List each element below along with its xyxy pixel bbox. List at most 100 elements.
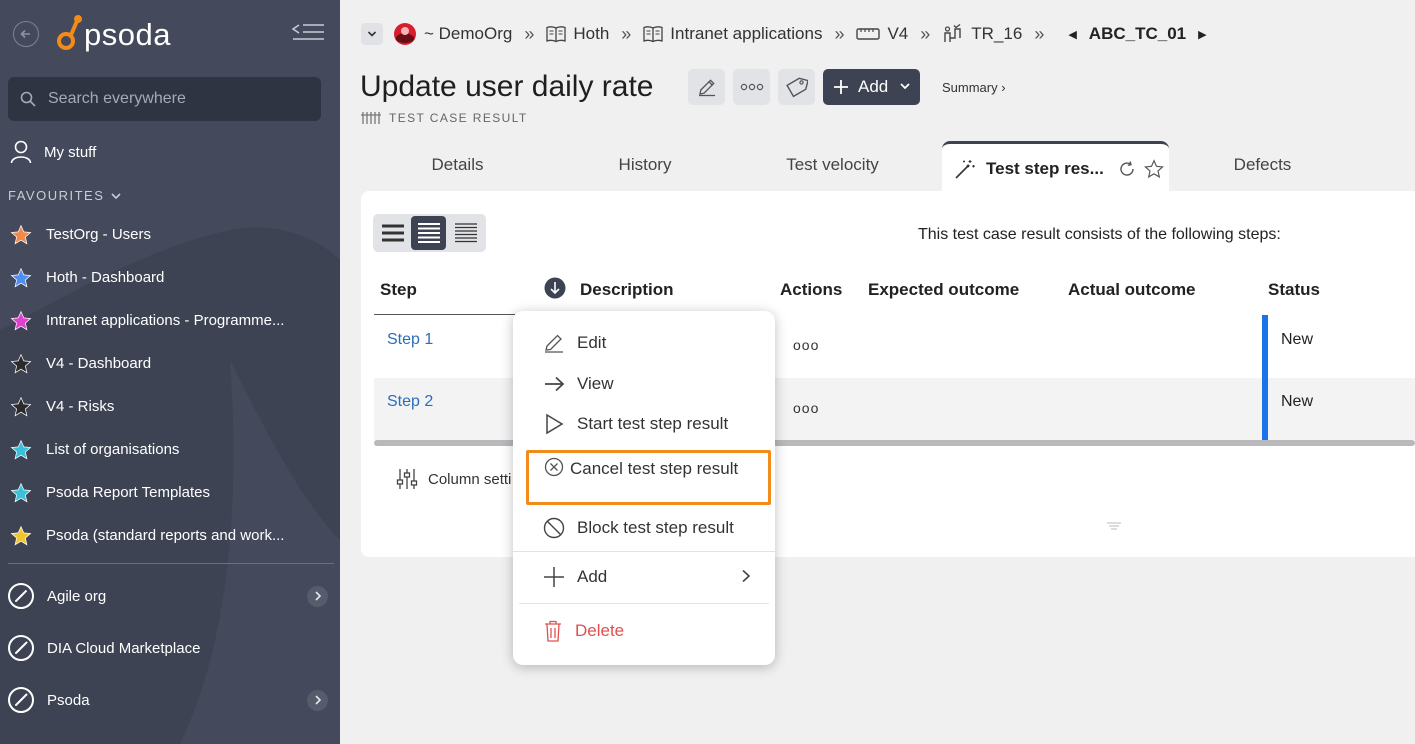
organisation-item[interactable]: Agile org [0, 570, 340, 622]
favourite-item[interactable]: List of organisations [0, 428, 340, 471]
steps-intro-text: This test case result consists of the fo… [918, 226, 1281, 243]
breadcrumb-item-hoth[interactable]: Hoth [546, 24, 609, 44]
menu-item-edit[interactable]: Edit [513, 324, 775, 362]
tab-details[interactable]: Details [405, 155, 510, 185]
row-actions-button[interactable]: ooo [793, 337, 819, 353]
status-indicator-bar [1262, 315, 1268, 440]
resize-grip-icon[interactable] [1106, 518, 1122, 536]
organisation-item[interactable]: Psoda [0, 674, 340, 726]
status-badge: New [1281, 393, 1314, 410]
test-run-icon [942, 24, 964, 44]
column-settings-button[interactable]: Column setti [396, 468, 511, 490]
favourite-label: V4 - Dashboard [46, 355, 152, 372]
density-comfortable-button[interactable] [375, 216, 410, 250]
rocket-icon [8, 583, 34, 609]
expand-organisation-button[interactable] [307, 689, 328, 711]
refresh-icon[interactable] [1118, 160, 1136, 178]
pencil-icon [545, 334, 563, 353]
search-box[interactable] [8, 77, 321, 121]
rocket-icon [8, 635, 34, 661]
sidebar: psoda My stuff FAVOURITES TestOrg - User… [0, 0, 340, 744]
favourite-label: TestOrg - Users [46, 226, 152, 243]
summary-link[interactable]: Summary › [942, 80, 1006, 95]
column-header-actual-outcome[interactable]: Actual outcome [1068, 280, 1196, 300]
column-header-description[interactable]: Description [580, 280, 674, 300]
column-settings-label: Column setti [428, 470, 512, 488]
star-outline-icon[interactable] [1143, 158, 1164, 179]
density-normal-button[interactable] [411, 216, 446, 250]
favourite-item[interactable]: Psoda (standard reports and work... [0, 514, 340, 557]
entity-type-label: TEST CASE RESULT [361, 111, 528, 125]
search-input[interactable] [48, 90, 308, 108]
favourite-label: Psoda (standard reports and work... [46, 527, 285, 544]
star-icon [10, 482, 32, 502]
menu-divider [513, 551, 775, 552]
step-link[interactable]: Step 2 [387, 393, 433, 411]
psoda-logo[interactable]: psoda [56, 12, 171, 58]
add-button-label: Add [858, 77, 889, 96]
column-header-step[interactable]: Step [380, 280, 417, 300]
column-header-status[interactable]: Status [1268, 280, 1320, 300]
breadcrumb-separator: » [1034, 23, 1045, 44]
previous-item-arrow[interactable]: ◀ [1068, 28, 1076, 41]
breadcrumb-item-demoorg[interactable]: ~ DemoOrg [393, 22, 512, 46]
favourites-header[interactable]: FAVOURITES [8, 188, 122, 203]
cancel-circle-icon [544, 457, 564, 477]
tab-defects[interactable]: Defects [1210, 155, 1315, 185]
tab-test-velocity[interactable]: Test velocity [770, 155, 895, 185]
next-item-arrow[interactable]: ▶ [1198, 28, 1206, 41]
expand-organisation-button[interactable] [307, 585, 328, 607]
tag-button[interactable] [778, 69, 815, 105]
tab-test-step-results[interactable]: Test step res... [942, 141, 1169, 193]
breadcrumb-dropdown-button[interactable] [361, 23, 383, 45]
row-actions-button[interactable]: ooo [793, 400, 819, 416]
density-compact-button[interactable] [448, 216, 483, 250]
star-icon [10, 525, 32, 545]
chevron-down-icon [367, 31, 377, 37]
breadcrumb-label: V4 [887, 24, 909, 43]
edit-button[interactable] [688, 69, 725, 105]
collapse-menu-button[interactable] [291, 22, 325, 46]
book-icon [546, 25, 567, 43]
more-options-button[interactable] [733, 69, 770, 105]
organisation-item[interactable]: DIA Cloud Marketplace [0, 622, 340, 674]
my-stuff-link[interactable]: My stuff [10, 138, 96, 166]
favourite-item[interactable]: Psoda Report Templates [0, 471, 340, 514]
favourites-label: FAVOURITES [8, 188, 105, 203]
back-button[interactable] [13, 21, 39, 47]
menu-item-cancel-test-step-result[interactable]: Cancel test step result [526, 450, 771, 505]
menu-item-label: Add [577, 567, 608, 586]
menu-item-start-test-step-result[interactable]: Start test step result [513, 405, 775, 443]
favourite-item[interactable]: Intranet applications - Programme... [0, 299, 340, 342]
chevron-right-icon [314, 591, 321, 601]
menu-item-view[interactable]: View [513, 365, 775, 403]
favourites-list: TestOrg - Users Hoth - Dashboard Intrane… [0, 213, 340, 557]
menu-item-block-test-step-result[interactable]: Block test step result [513, 509, 775, 547]
test-case-result-icon [361, 112, 381, 124]
menu-item-delete[interactable]: Delete [513, 612, 775, 650]
add-button[interactable]: Add [823, 69, 920, 105]
sort-descending-icon[interactable] [544, 277, 566, 304]
arrow-right-icon [545, 376, 565, 392]
favourite-item[interactable]: TestOrg - Users [0, 213, 340, 256]
arrow-left-icon [20, 29, 30, 39]
menu-item-add[interactable]: Add [513, 558, 775, 596]
more-dots-icon [740, 83, 763, 91]
row-context-menu: Edit View Start test step result Cancel … [513, 311, 775, 665]
step-link[interactable]: Step 1 [387, 331, 433, 349]
favourite-item[interactable]: V4 - Dashboard [0, 342, 340, 385]
column-header-actions[interactable]: Actions [780, 280, 842, 300]
breadcrumb-current: ABC_TC_01 [1088, 24, 1187, 43]
favourite-item[interactable]: Hoth - Dashboard [0, 256, 340, 299]
favourite-item[interactable]: V4 - Risks [0, 385, 340, 428]
star-icon [10, 224, 32, 244]
list-comfortable-icon [381, 224, 404, 242]
breadcrumb-item-v4[interactable]: V4 [856, 24, 908, 44]
star-icon [10, 310, 32, 330]
breadcrumb-item-tr16[interactable]: TR_16 [942, 24, 1022, 44]
tab-history[interactable]: History [590, 155, 700, 185]
breadcrumb-item-intranet-applications[interactable]: Intranet applications [643, 24, 822, 44]
column-header-expected-outcome[interactable]: Expected outcome [868, 280, 1019, 300]
breadcrumb-label: Hoth [573, 24, 610, 43]
timeline-icon [856, 27, 881, 41]
